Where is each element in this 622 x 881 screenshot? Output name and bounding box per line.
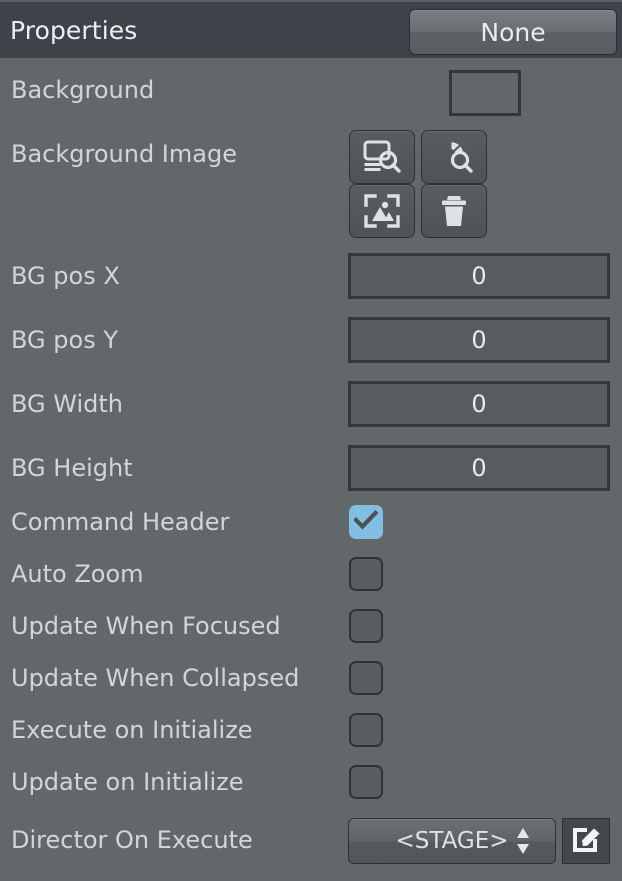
row-bg-pos-y: BG pos Y 0 <box>0 308 622 372</box>
label-bg-height: BG Height <box>11 453 133 482</box>
label-director-on-execute: Director On Execute <box>11 825 253 854</box>
spinner-up-down-icon[interactable] <box>515 826 531 856</box>
set-image-button[interactable] <box>349 184 415 238</box>
update-on-initialize-checkbox[interactable] <box>349 765 383 799</box>
director-on-execute-value: <STAGE> <box>395 828 509 854</box>
auto-zoom-checkbox[interactable] <box>349 557 383 591</box>
row-bg-width: BG Width 0 <box>0 372 622 436</box>
trash-icon <box>439 194 469 228</box>
bg-width-input[interactable]: 0 <box>348 381 610 427</box>
label-bg-pos-x: BG pos X <box>11 261 120 290</box>
bg-pos-y-input[interactable]: 0 <box>348 317 610 363</box>
row-bg-height: BG Height 0 <box>0 436 622 500</box>
bg-pos-x-input[interactable]: 0 <box>348 253 610 299</box>
row-background: Background <box>0 58 622 122</box>
browse-palette-image-button[interactable] <box>421 130 487 184</box>
row-auto-zoom: Auto Zoom <box>0 548 622 600</box>
screen-search-icon <box>363 140 401 174</box>
label-update-when-collapsed: Update When Collapsed <box>11 663 300 692</box>
panel-header: Properties None <box>0 0 622 58</box>
label-update-on-initialize: Update on Initialize <box>11 767 244 796</box>
target-selector-button[interactable]: None <box>409 9 617 55</box>
background-color-swatch[interactable] <box>449 70 521 116</box>
page-title: Properties <box>10 16 138 45</box>
pie-search-icon <box>435 140 473 174</box>
clear-image-button[interactable] <box>421 184 487 238</box>
row-update-when-focused: Update When Focused <box>0 600 622 652</box>
edit-icon <box>570 823 602 859</box>
edit-director-button[interactable] <box>562 818 610 864</box>
label-bg-pos-y: BG pos Y <box>11 325 118 354</box>
image-frame-icon <box>364 194 400 228</box>
label-auto-zoom: Auto Zoom <box>11 559 144 588</box>
browse-screen-image-button[interactable] <box>349 130 415 184</box>
label-update-when-focused: Update When Focused <box>11 611 281 640</box>
check-icon <box>353 510 379 534</box>
row-command-header: Command Header <box>0 496 622 548</box>
execute-on-initialize-checkbox[interactable] <box>349 713 383 747</box>
label-background: Background <box>11 75 155 104</box>
update-when-focused-checkbox[interactable] <box>349 609 383 643</box>
row-update-when-collapsed: Update When Collapsed <box>0 652 622 704</box>
label-bg-width: BG Width <box>11 389 123 418</box>
properties-panel: Properties None Background Background Im… <box>0 0 622 881</box>
command-header-checkbox[interactable] <box>349 505 383 539</box>
label-execute-on-initialize: Execute on Initialize <box>11 715 253 744</box>
director-on-execute-select[interactable]: <STAGE> <box>348 818 556 864</box>
row-director-on-execute: Director On Execute <STAGE> <box>0 808 622 872</box>
bg-height-input[interactable]: 0 <box>348 445 610 491</box>
row-execute-on-initialize: Execute on Initialize <box>0 704 622 756</box>
update-when-collapsed-checkbox[interactable] <box>349 661 383 695</box>
row-update-on-initialize: Update on Initialize <box>0 756 622 808</box>
row-bg-pos-x: BG pos X 0 <box>0 244 622 308</box>
row-background-image: Background Image <box>0 122 622 242</box>
label-background-image: Background Image <box>11 139 237 168</box>
label-command-header: Command Header <box>11 507 230 536</box>
